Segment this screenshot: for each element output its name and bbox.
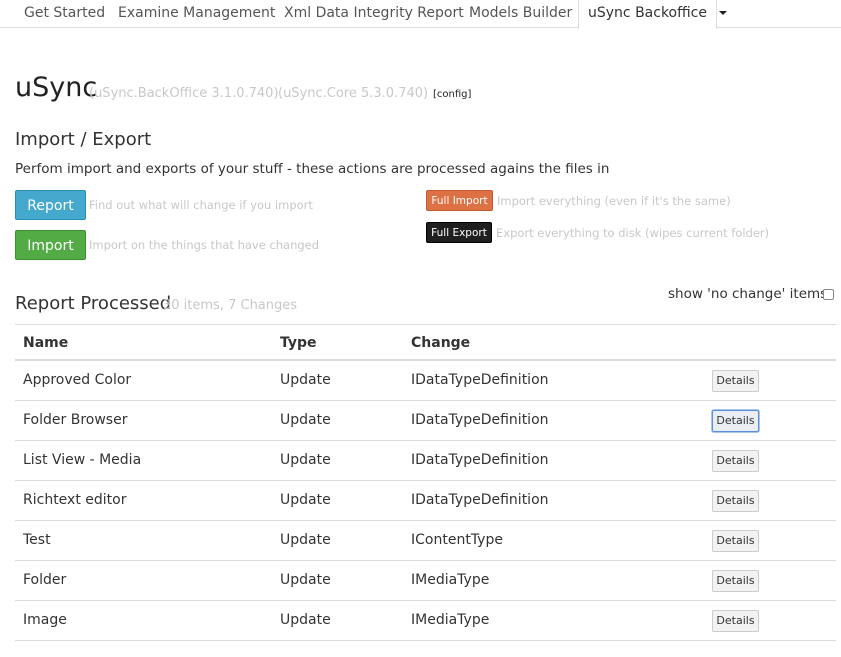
import-export-description: Perfom import and exports of your stuff … <box>15 161 610 177</box>
row-change: IDataTypeDefinition <box>411 452 549 468</box>
report-title: Report Processed <box>15 293 172 314</box>
report-button[interactable]: Report <box>15 190 86 220</box>
full-export-button[interactable]: Full Export <box>426 222 492 243</box>
tab-usync-backoffice[interactable]: uSync Backoffice <box>578 0 717 29</box>
row-type: Update <box>280 412 331 428</box>
row-change: IDataTypeDefinition <box>411 372 549 388</box>
core-version: (uSync.Core 5.3.0.740) <box>278 86 429 101</box>
row-name: List View - Media <box>23 452 142 468</box>
row-name: Test <box>23 532 51 548</box>
table-row: Test Update IContentType Details <box>15 521 836 561</box>
tab-xml-data-integrity-report[interactable]: Xml Data Integrity Report <box>284 0 464 28</box>
import-export-title: Import / Export <box>15 129 152 150</box>
details-button[interactable]: Details <box>712 610 759 632</box>
row-type: Update <box>280 492 331 508</box>
table-row: Folder Update IMediaType Details <box>15 561 836 601</box>
table-row: Folder Browser Update IDataTypeDefinitio… <box>15 401 836 441</box>
row-type: Update <box>280 452 331 468</box>
tab-examine-management[interactable]: Examine Management <box>118 0 275 28</box>
table-header: Name Type Change <box>15 324 836 361</box>
details-button[interactable]: Details <box>712 450 759 472</box>
report-hint: Find out what will change if you import <box>89 198 313 212</box>
details-button[interactable]: Details <box>712 570 759 592</box>
tab-get-started[interactable]: Get Started <box>24 0 105 28</box>
full-import-button[interactable]: Full Import <box>426 190 493 211</box>
row-type: Update <box>280 572 331 588</box>
table-row: List View - Media Update IDataTypeDefini… <box>15 441 836 481</box>
row-type: Update <box>280 372 331 388</box>
row-name: Image <box>23 612 67 628</box>
config-link[interactable]: [config] <box>433 89 471 100</box>
column-header-change: Change <box>411 335 471 351</box>
report-table: Name Type Change Approved Color Update I… <box>15 324 836 641</box>
import-hint: Import on the things that have changed <box>89 238 320 252</box>
import-button[interactable]: Import <box>15 230 86 260</box>
full-export-hint: Export everything to disk (wipes current… <box>496 226 770 240</box>
tab-bar: Get Started Examine Management Xml Data … <box>0 0 841 29</box>
row-change: IMediaType <box>411 572 490 588</box>
row-type: Update <box>280 532 331 548</box>
row-name: Approved Color <box>23 372 132 388</box>
tab-overflow-dropdown[interactable] <box>710 0 736 28</box>
row-name: Folder <box>23 572 67 588</box>
table-row: Richtext editor Update IDataTypeDefiniti… <box>15 481 836 521</box>
details-button[interactable]: Details <box>712 370 759 392</box>
row-change: IDataTypeDefinition <box>411 412 549 428</box>
column-header-type: Type <box>280 335 317 351</box>
row-name: Richtext editor <box>23 492 127 508</box>
show-nochange-checkbox[interactable] <box>823 289 834 300</box>
row-name: Folder Browser <box>23 412 128 428</box>
row-change: IContentType <box>411 532 503 548</box>
full-import-hint: Import everything (even if it's the same… <box>497 194 731 208</box>
show-nochange-label: show 'no change' items <box>668 286 828 302</box>
details-button[interactable]: Details <box>712 530 759 552</box>
table-row: Image Update IMediaType Details <box>15 601 836 641</box>
details-button[interactable]: Details <box>712 410 759 432</box>
table-row: Approved Color Update IDataTypeDefinitio… <box>15 361 836 401</box>
tab-models-builder[interactable]: Models Builder <box>469 0 572 28</box>
row-change: IDataTypeDefinition <box>411 492 549 508</box>
details-button[interactable]: Details <box>712 490 759 512</box>
page-title: uSync <box>15 72 98 103</box>
report-summary: 30 items, 7 Changes <box>163 298 298 313</box>
row-change: IMediaType <box>411 612 490 628</box>
column-header-name: Name <box>23 335 69 351</box>
backoffice-version: (uSync.BackOffice 3.1.0.740) <box>89 86 279 101</box>
chevron-down-icon <box>719 11 727 15</box>
row-type: Update <box>280 612 331 628</box>
